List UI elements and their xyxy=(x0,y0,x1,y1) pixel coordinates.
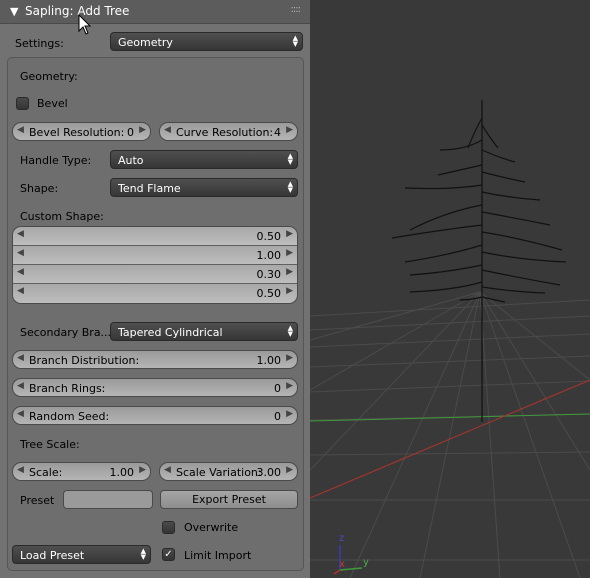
updown-arrows-icon: ▲ ▼ xyxy=(287,324,293,338)
bevel-checkbox[interactable] xyxy=(16,97,29,110)
preset-name-input[interactable] xyxy=(63,490,153,509)
bevel-resolution-label: Bevel Resolution: xyxy=(29,126,125,139)
panel-header[interactable]: ▼ Sapling: Add Tree :::: xyxy=(0,0,310,24)
tree-model xyxy=(391,100,567,422)
arrow-right-icon[interactable]: ▶ xyxy=(139,125,146,135)
random-seed-field[interactable]: ◀ Random Seed: 0 ▶ xyxy=(12,406,298,425)
arrow-right-icon[interactable]: ▶ xyxy=(139,465,146,475)
updown-arrows-icon: ▲ ▼ xyxy=(292,34,298,48)
branch-rings-field[interactable]: ◀ Branch Rings: 0 ▶ xyxy=(12,378,298,397)
arrow-left-icon[interactable]: ◀ xyxy=(164,125,171,135)
scale-label: Scale: xyxy=(29,466,63,479)
shape-dropdown[interactable]: Tend Flame ▲ ▼ xyxy=(110,178,298,197)
arrow-right-icon[interactable]: ▶ xyxy=(286,229,293,239)
arrow-left-icon[interactable]: ◀ xyxy=(17,267,24,277)
load-preset-label: Load Preset xyxy=(20,549,85,562)
shape-label: Shape: xyxy=(20,182,59,195)
random-seed-value: 0 xyxy=(274,410,281,423)
viewport-grid xyxy=(310,100,590,578)
settings-dropdown[interactable]: Geometry ▲ ▼ xyxy=(110,32,303,51)
gizmo-z-label: z xyxy=(339,533,345,544)
geometry-section-label: Geometry: xyxy=(20,70,78,83)
branch-rings-label: Branch Rings: xyxy=(29,382,106,395)
load-preset-dropdown[interactable]: Load Preset ▲ ▼ xyxy=(12,545,151,564)
updown-arrows-icon: ▲ ▼ xyxy=(287,180,293,194)
custom-shape-field[interactable]: ◀ 0.50 ▶ xyxy=(13,227,297,246)
bevel-resolution-value: 0 xyxy=(127,126,134,139)
handle-type-dropdown[interactable]: Auto ▲ ▼ xyxy=(110,150,298,169)
custom-shape-value: 0.30 xyxy=(256,268,282,281)
bevel-resolution-field[interactable]: ◀ Bevel Resolution: 0 ▶ xyxy=(12,122,151,141)
handle-type-value: Auto xyxy=(118,154,144,167)
branch-distribution-label: Branch Distribution: xyxy=(29,354,140,367)
arrow-left-icon[interactable]: ◀ xyxy=(17,381,24,391)
arrow-right-icon[interactable]: ▶ xyxy=(286,248,293,258)
gizmo-y-label: y xyxy=(363,557,369,568)
x-axis-line xyxy=(310,379,590,499)
bevel-label: Bevel xyxy=(37,97,68,110)
mouse-cursor-icon xyxy=(78,14,92,35)
arrow-left-icon[interactable]: ◀ xyxy=(17,353,24,363)
branch-distribution-field[interactable]: ◀ Branch Distribution: 1.00 ▶ xyxy=(12,350,298,369)
operator-panel: ▼ Sapling: Add Tree :::: Settings: Geome… xyxy=(0,0,310,578)
arrow-right-icon[interactable]: ▶ xyxy=(286,409,293,419)
scale-variation-field[interactable]: ◀ Scale Variation: 3.00 ▶ xyxy=(159,462,298,481)
overwrite-checkbox[interactable] xyxy=(162,521,175,534)
secondary-branches-dropdown[interactable]: Tapered Cylindrical ▲ ▼ xyxy=(110,322,298,341)
arrow-left-icon[interactable]: ◀ xyxy=(17,125,24,135)
scale-value: 1.00 xyxy=(109,466,135,479)
grip-icon[interactable]: :::: xyxy=(291,4,302,15)
triangle-down-icon[interactable]: ▼ xyxy=(10,5,18,18)
curve-resolution-label: Curve Resolution: xyxy=(176,126,274,139)
custom-shape-label: Custom Shape: xyxy=(20,210,104,223)
secondary-branches-value: Tapered Cylindrical xyxy=(118,326,223,339)
curve-resolution-field[interactable]: ◀ Curve Resolution: 4 ▶ xyxy=(159,122,298,141)
limit-import-label: Limit Import xyxy=(184,549,252,562)
arrow-right-icon[interactable]: ▶ xyxy=(286,286,293,296)
curve-resolution-value: 4 xyxy=(274,126,281,139)
export-preset-button[interactable]: Export Preset xyxy=(160,490,298,509)
secondary-branches-label: Secondary Bra... xyxy=(20,326,112,339)
custom-shape-value: 0.50 xyxy=(256,287,282,300)
arrow-left-icon[interactable]: ◀ xyxy=(17,229,24,239)
settings-label: Settings: xyxy=(15,37,64,50)
custom-shape-value: 1.00 xyxy=(256,249,282,262)
custom-shape-field[interactable]: ◀ 0.50 ▶ xyxy=(13,284,297,303)
arrow-left-icon[interactable]: ◀ xyxy=(17,409,24,419)
arrow-right-icon[interactable]: ▶ xyxy=(286,125,293,135)
limit-import-checkbox[interactable]: ✓ xyxy=(162,548,175,561)
checkmark-icon: ✓ xyxy=(164,549,173,560)
arrow-left-icon[interactable]: ◀ xyxy=(17,248,24,258)
preset-label: Preset xyxy=(20,494,55,507)
custom-shape-value: 0.50 xyxy=(256,230,282,243)
updown-arrows-icon: ▲ ▼ xyxy=(140,547,146,561)
settings-value: Geometry xyxy=(118,36,173,49)
overwrite-label: Overwrite xyxy=(184,521,239,534)
arrow-right-icon[interactable]: ▶ xyxy=(286,381,293,391)
branch-rings-value: 0 xyxy=(274,382,281,395)
custom-shape-field[interactable]: ◀ 1.00 ▶ xyxy=(13,246,297,265)
tree-scale-label: Tree Scale: xyxy=(20,438,80,451)
custom-shape-field[interactable]: ◀ 0.30 ▶ xyxy=(13,265,297,284)
handle-type-label: Handle Type: xyxy=(20,154,92,167)
arrow-right-icon[interactable]: ▶ xyxy=(286,465,293,475)
arrow-left-icon[interactable]: ◀ xyxy=(17,286,24,296)
scale-variation-label: Scale Variation: xyxy=(176,466,262,479)
gizmo-x-label: x xyxy=(339,559,345,570)
random-seed-label: Random Seed: xyxy=(29,410,110,423)
scale-field[interactable]: ◀ Scale: 1.00 ▶ xyxy=(12,462,151,481)
scale-variation-value: 3.00 xyxy=(256,466,282,479)
arrow-right-icon[interactable]: ▶ xyxy=(286,267,293,277)
3d-viewport[interactable]: z x y xyxy=(310,0,590,578)
updown-arrows-icon: ▲ ▼ xyxy=(287,152,293,166)
arrow-right-icon[interactable]: ▶ xyxy=(286,353,293,363)
arrow-left-icon[interactable]: ◀ xyxy=(164,465,171,475)
arrow-left-icon[interactable]: ◀ xyxy=(17,465,24,475)
custom-shape-stack: ◀ 0.50 ▶ ◀ 1.00 ▶ ◀ 0.30 ▶ ◀ 0.50 ▶ xyxy=(12,226,298,304)
shape-value: Tend Flame xyxy=(118,182,181,195)
y-axis-line xyxy=(310,413,590,422)
branch-distribution-value: 1.00 xyxy=(256,354,282,367)
